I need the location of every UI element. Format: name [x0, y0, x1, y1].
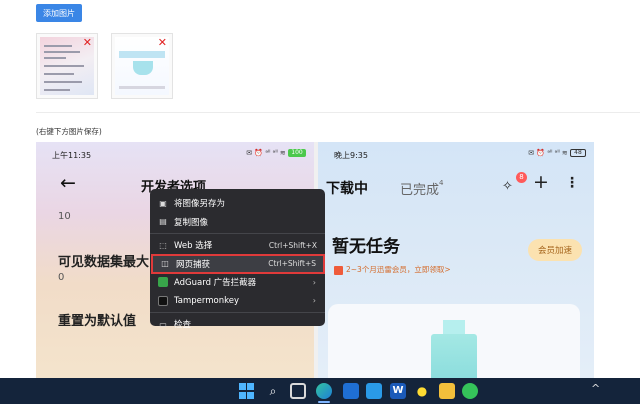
menu-separator: [150, 233, 325, 234]
remove-image-icon[interactable]: ✕: [158, 37, 167, 48]
vip-accelerate-button: 会员加速: [528, 239, 582, 261]
save-hint-caption: (右键下方图片保存): [36, 127, 102, 136]
setting-label: 重置为默认值: [58, 314, 137, 329]
menu-separator: [150, 312, 325, 313]
status-time: 晚上9:35: [334, 151, 368, 160]
taskbar: ⌕ W ● ^: [0, 378, 640, 404]
status-icons: ✉ ⏰ ᵃˡˡ ᵃˡˡ ≋ 48: [528, 149, 586, 157]
inspect-icon: ▭: [159, 319, 167, 329]
gift-icon: [334, 265, 343, 275]
menu-item-save-image-as[interactable]: ▣ 将图像另存为: [150, 194, 325, 213]
task-view-icon[interactable]: [290, 383, 306, 399]
tab-completed: 已完成4: [400, 179, 444, 198]
remove-image-icon[interactable]: ✕: [83, 37, 92, 48]
pin-icon: ✧: [502, 179, 513, 194]
empty-state-card: [328, 304, 580, 378]
plus-icon: +: [533, 171, 549, 193]
setting-value: 10: [58, 211, 71, 222]
menu-item-web-select[interactable]: ⬚ Web 选择 Ctrl+Shift+X: [150, 236, 325, 255]
menu-item-web-capture[interactable]: ◫ 网页捕获 Ctrl+Shift+S: [151, 253, 325, 274]
status-time: 上午11:35: [52, 151, 92, 160]
adguard-icon: [158, 277, 168, 288]
tray-chevron-icon[interactable]: ^: [591, 382, 600, 395]
chevron-right-icon: ›: [312, 277, 316, 287]
windows-start-icon[interactable]: [239, 383, 255, 399]
menu-item-inspect[interactable]: ▭ 检查: [150, 315, 325, 334]
menu-item-adguard[interactable]: AdGuard 广告拦截器 ›: [150, 273, 325, 292]
promo-text: 2~3个月迅雷会员，立即领取>: [334, 264, 451, 275]
setting-label: 可见数据集最大: [58, 255, 150, 270]
setting-value: 0: [58, 272, 65, 283]
battery-icon: 100: [288, 149, 306, 157]
copy-image-icon: ▤: [159, 217, 167, 227]
mail-icon[interactable]: [343, 383, 359, 399]
image-thumbnail[interactable]: ✕: [36, 33, 98, 99]
context-menu: ▣ 将图像另存为 ▤ 复制图像 ⬚ Web 选择 Ctrl+Shift+X ◫ …: [150, 189, 325, 330]
more-icon: ⋮: [565, 175, 579, 191]
save-image-icon: ▣: [159, 198, 167, 208]
phone-screenshot-download-manager[interactable]: 晚上9:35 ✉ ⏰ ᵃˡˡ ᵃˡˡ ≋ 48 下载中 已完成4 ✧ 8 + ⋮…: [318, 142, 594, 378]
notification-badge: 8: [516, 172, 527, 183]
menu-item-tampermonkey[interactable]: Tampermonkey ›: [150, 292, 325, 311]
file-explorer-icon[interactable]: [439, 383, 455, 399]
shortcut-label: Ctrl+Shift+S: [268, 259, 316, 269]
add-image-button[interactable]: 添加图片: [36, 4, 82, 22]
back-arrow-icon: ←: [60, 172, 76, 194]
chevron-right-icon: ›: [312, 296, 316, 306]
tampermonkey-icon: [158, 295, 168, 306]
section-divider: [36, 112, 640, 113]
empty-state-title: 暂无任务: [332, 237, 400, 257]
search-icon[interactable]: ⌕: [265, 383, 281, 399]
web-capture-icon: ◫: [161, 259, 169, 269]
tab-downloading: 下载中: [326, 181, 368, 197]
status-icons: ✉ ⏰ ᵃˡˡ ᵃˡˡ ≋ 100: [246, 149, 306, 157]
app-icon[interactable]: [366, 383, 382, 399]
edge-icon[interactable]: [316, 383, 332, 399]
word-icon[interactable]: W: [390, 383, 406, 399]
qq-icon[interactable]: ●: [414, 383, 430, 399]
wechat-icon[interactable]: [462, 383, 478, 399]
empty-illustration: [431, 334, 477, 378]
image-thumbnail[interactable]: ✕: [111, 33, 173, 99]
menu-item-copy-image[interactable]: ▤ 复制图像: [150, 213, 325, 232]
shortcut-label: Ctrl+Shift+X: [268, 240, 317, 250]
battery-icon: 48: [570, 149, 586, 157]
active-app-indicator: [318, 401, 330, 403]
web-select-icon: ⬚: [159, 240, 167, 250]
